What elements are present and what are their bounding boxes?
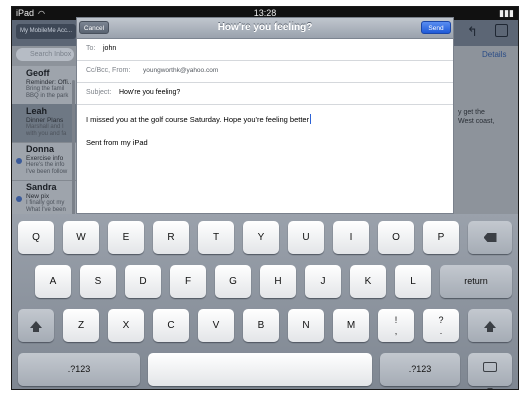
key-y[interactable]: Y xyxy=(243,221,279,254)
key-h[interactable]: H xyxy=(260,265,296,298)
key-s[interactable]: S xyxy=(80,265,116,298)
key-w[interactable]: W xyxy=(63,221,99,254)
key-b[interactable]: B xyxy=(243,309,279,342)
key-n[interactable]: N xyxy=(288,309,324,342)
subject-field[interactable]: Subject: How're you feeling? xyxy=(77,82,453,105)
key-k[interactable]: K xyxy=(350,265,386,298)
list-item[interactable]: Donna Exercise info Here's the info I've… xyxy=(12,142,78,181)
on-screen-keyboard: Q W E R T Y U I O P A S D F G H J K L re… xyxy=(12,214,518,389)
shift-icon xyxy=(484,321,496,332)
ipad-screen: iPad ◠ 13:28 ▮▮▮ My MobileMe Acc... Searc… xyxy=(11,6,519,390)
key-exclamation-comma[interactable]: !, xyxy=(378,309,414,342)
key-c[interactable]: C xyxy=(153,309,189,342)
key-o[interactable]: O xyxy=(378,221,414,254)
shift-key-left[interactable] xyxy=(18,309,54,342)
return-key[interactable]: return xyxy=(440,265,512,298)
list-scrollbar[interactable] xyxy=(72,80,75,220)
key-v[interactable]: V xyxy=(198,309,234,342)
to-field[interactable]: To: john xyxy=(77,38,453,61)
hide-keyboard-key[interactable] xyxy=(468,353,512,389)
cc-from-field[interactable]: Cc/Bcc, From: youngworthk@yahoo.com xyxy=(77,60,453,83)
key-z[interactable]: Z xyxy=(63,309,99,342)
key-u[interactable]: U xyxy=(288,221,324,254)
key-x[interactable]: X xyxy=(108,309,144,342)
subject-value[interactable]: How're you feeling? xyxy=(119,82,180,104)
key-e[interactable]: E xyxy=(108,221,144,254)
to-label: To: xyxy=(86,45,96,52)
shift-icon xyxy=(30,321,42,332)
cancel-button[interactable]: Cancel xyxy=(79,21,109,34)
key-t[interactable]: T xyxy=(198,221,234,254)
compose-sheet: How're you feeling? Cancel Send To: john… xyxy=(76,17,454,214)
space-bar[interactable] xyxy=(148,353,372,386)
numbers-key-left[interactable]: .?123 xyxy=(18,353,140,386)
search-input[interactable]: Search Inbox xyxy=(16,48,74,61)
details-link[interactable]: Details xyxy=(482,50,506,59)
key-m[interactable]: M xyxy=(333,309,369,342)
keyboard-icon xyxy=(483,362,497,372)
backspace-icon xyxy=(483,233,497,242)
signature[interactable]: Sent from my iPad xyxy=(86,138,148,147)
mailbox-button[interactable]: My MobileMe Acc... xyxy=(16,24,76,39)
compose-icon[interactable] xyxy=(495,24,508,37)
key-l[interactable]: L xyxy=(395,265,431,298)
compose-titlebar: How're you feeling? Cancel Send xyxy=(77,18,453,39)
key-question-period[interactable]: ?. xyxy=(423,309,459,342)
message-body[interactable]: I missed you at the golf course Saturday… xyxy=(86,114,312,124)
list-item[interactable]: Geoff Reminder: Offi... Bring the famil … xyxy=(12,66,78,105)
key-r[interactable]: R xyxy=(153,221,189,254)
key-i[interactable]: I xyxy=(333,221,369,254)
list-item[interactable]: Leah Dinner Plans Marshall and I with yo… xyxy=(12,104,78,143)
shift-key-right[interactable] xyxy=(468,309,512,342)
text-caret xyxy=(310,114,312,124)
delete-key[interactable] xyxy=(468,221,512,254)
numbers-key-right[interactable]: .?123 xyxy=(380,353,460,386)
key-a[interactable]: A xyxy=(35,265,71,298)
key-p[interactable]: P xyxy=(423,221,459,254)
cc-from-label: Cc/Bcc, From: xyxy=(86,67,131,74)
chevron-down-icon xyxy=(487,388,493,389)
send-button[interactable]: Send xyxy=(421,21,451,34)
reply-icon[interactable]: ↰ xyxy=(467,24,478,40)
key-d[interactable]: D xyxy=(125,265,161,298)
key-f[interactable]: F xyxy=(170,265,206,298)
from-value[interactable]: youngworthk@yahoo.com xyxy=(143,60,218,82)
key-q[interactable]: Q xyxy=(18,221,54,254)
to-value[interactable]: john xyxy=(103,38,116,60)
battery-icon: ▮▮▮ xyxy=(499,8,514,18)
subject-label: Subject: xyxy=(86,89,112,96)
compose-title: How're you feeling? xyxy=(217,22,313,33)
unread-dot-icon xyxy=(16,158,22,164)
message-list: Geoff Reminder: Offi... Bring the famil … xyxy=(12,66,78,219)
key-j[interactable]: J xyxy=(305,265,341,298)
message-body-preview: y get the West coast, xyxy=(458,109,495,125)
key-g[interactable]: G xyxy=(215,265,251,298)
unread-dot-icon xyxy=(16,196,22,202)
